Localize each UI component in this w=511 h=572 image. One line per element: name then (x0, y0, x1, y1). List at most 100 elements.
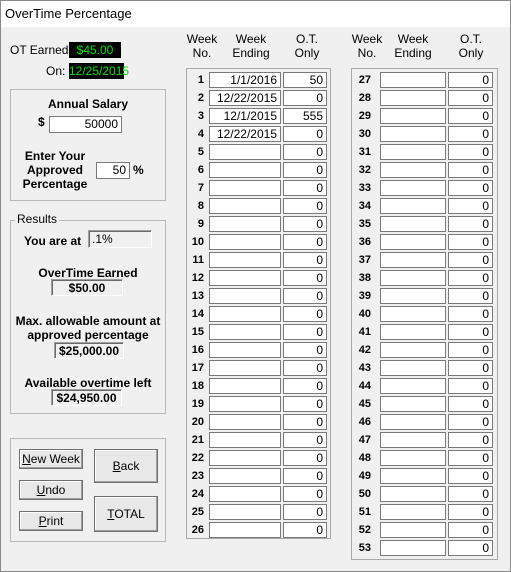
week-ending-input[interactable] (380, 468, 446, 484)
week-ending-input[interactable] (209, 180, 281, 196)
ot-only-input[interactable]: 0 (448, 360, 493, 376)
ot-only-input[interactable]: 0 (283, 378, 327, 394)
ot-only-input[interactable]: 0 (283, 162, 327, 178)
ot-only-input[interactable]: 0 (283, 180, 327, 196)
print-button[interactable]: Print (19, 511, 83, 531)
week-ending-input[interactable]: 12/1/2015 (209, 108, 281, 124)
week-ending-input[interactable] (209, 414, 281, 430)
week-ending-input[interactable] (380, 72, 446, 88)
week-ending-input[interactable] (380, 252, 446, 268)
ot-only-input[interactable]: 0 (448, 72, 493, 88)
new-week-button[interactable]: New Week (19, 449, 83, 469)
week-ending-input[interactable] (209, 216, 281, 232)
week-ending-input[interactable] (380, 450, 446, 466)
annual-salary-input[interactable]: 50000 (49, 116, 122, 133)
approved-percentage-input[interactable]: 50 (96, 162, 130, 179)
ot-only-input[interactable]: 0 (448, 162, 493, 178)
week-ending-input[interactable]: 1/1/2016 (209, 72, 281, 88)
ot-only-input[interactable]: 555 (283, 108, 327, 124)
week-ending-input[interactable] (380, 522, 446, 538)
week-ending-input[interactable] (209, 144, 281, 160)
week-ending-input[interactable] (380, 540, 446, 556)
back-button[interactable]: Back (94, 449, 158, 483)
week-ending-input[interactable] (380, 432, 446, 448)
ot-only-input[interactable]: 0 (283, 144, 327, 160)
ot-only-input[interactable]: 0 (283, 486, 327, 502)
week-ending-input[interactable] (209, 504, 281, 520)
week-ending-input[interactable] (380, 180, 446, 196)
ot-only-input[interactable]: 0 (448, 216, 493, 232)
week-ending-input[interactable] (209, 486, 281, 502)
week-ending-input[interactable] (209, 198, 281, 214)
week-ending-input[interactable] (380, 108, 446, 124)
ot-only-input[interactable]: 0 (448, 540, 493, 556)
ot-only-input[interactable]: 0 (283, 414, 327, 430)
week-ending-input[interactable] (209, 468, 281, 484)
ot-only-input[interactable]: 0 (283, 126, 327, 142)
week-ending-input[interactable] (209, 396, 281, 412)
week-ending-input[interactable] (209, 252, 281, 268)
ot-only-input[interactable]: 0 (283, 288, 327, 304)
ot-only-input[interactable]: 0 (448, 324, 493, 340)
week-ending-input[interactable] (209, 360, 281, 376)
ot-only-input[interactable]: 50 (283, 72, 327, 88)
ot-only-input[interactable]: 0 (283, 198, 327, 214)
ot-only-input[interactable]: 0 (448, 522, 493, 538)
week-ending-input[interactable] (209, 234, 281, 250)
ot-only-input[interactable]: 0 (448, 144, 493, 160)
week-ending-input[interactable] (380, 396, 446, 412)
ot-only-input[interactable]: 0 (283, 432, 327, 448)
ot-only-input[interactable]: 0 (283, 468, 327, 484)
ot-only-input[interactable]: 0 (448, 90, 493, 106)
ot-only-input[interactable]: 0 (283, 234, 327, 250)
week-ending-input[interactable] (380, 198, 446, 214)
ot-only-input[interactable]: 0 (448, 468, 493, 484)
week-ending-input[interactable] (380, 360, 446, 376)
week-ending-input[interactable] (380, 414, 446, 430)
week-ending-input[interactable] (380, 324, 446, 340)
ot-only-input[interactable]: 0 (448, 396, 493, 412)
ot-only-input[interactable]: 0 (283, 324, 327, 340)
ot-only-input[interactable]: 0 (448, 414, 493, 430)
ot-only-input[interactable]: 0 (448, 504, 493, 520)
week-ending-input[interactable] (380, 486, 446, 502)
ot-only-input[interactable]: 0 (448, 378, 493, 394)
ot-only-input[interactable]: 0 (448, 270, 493, 286)
week-ending-input[interactable] (380, 144, 446, 160)
week-ending-input[interactable] (380, 216, 446, 232)
ot-only-input[interactable]: 0 (448, 342, 493, 358)
week-ending-input[interactable] (209, 378, 281, 394)
week-ending-input[interactable] (380, 234, 446, 250)
ot-only-input[interactable]: 0 (283, 342, 327, 358)
week-ending-input[interactable] (380, 504, 446, 520)
week-ending-input[interactable]: 12/22/2015 (209, 90, 281, 106)
week-ending-input[interactable] (209, 306, 281, 322)
total-button[interactable]: TOTAL (94, 496, 158, 532)
week-ending-input[interactable] (209, 522, 281, 538)
ot-only-input[interactable]: 0 (448, 126, 493, 142)
ot-only-input[interactable]: 0 (448, 234, 493, 250)
ot-only-input[interactable]: 0 (283, 306, 327, 322)
week-ending-input[interactable] (209, 342, 281, 358)
week-ending-input[interactable] (209, 288, 281, 304)
ot-only-input[interactable]: 0 (283, 216, 327, 232)
ot-only-input[interactable]: 0 (283, 90, 327, 106)
week-ending-input[interactable] (380, 90, 446, 106)
ot-only-input[interactable]: 0 (448, 288, 493, 304)
week-ending-input[interactable] (209, 162, 281, 178)
ot-only-input[interactable]: 0 (283, 396, 327, 412)
ot-only-input[interactable]: 0 (283, 270, 327, 286)
ot-only-input[interactable]: 0 (448, 198, 493, 214)
ot-only-input[interactable]: 0 (448, 486, 493, 502)
ot-only-input[interactable]: 0 (283, 252, 327, 268)
week-ending-input[interactable]: 12/22/2015 (209, 126, 281, 142)
week-ending-input[interactable] (380, 270, 446, 286)
ot-only-input[interactable]: 0 (283, 360, 327, 376)
ot-only-input[interactable]: 0 (283, 504, 327, 520)
undo-button[interactable]: Undo (19, 480, 83, 500)
ot-only-input[interactable]: 0 (448, 306, 493, 322)
week-ending-input[interactable] (380, 288, 446, 304)
ot-only-input[interactable]: 0 (448, 450, 493, 466)
ot-only-input[interactable]: 0 (283, 522, 327, 538)
week-ending-input[interactable] (380, 342, 446, 358)
